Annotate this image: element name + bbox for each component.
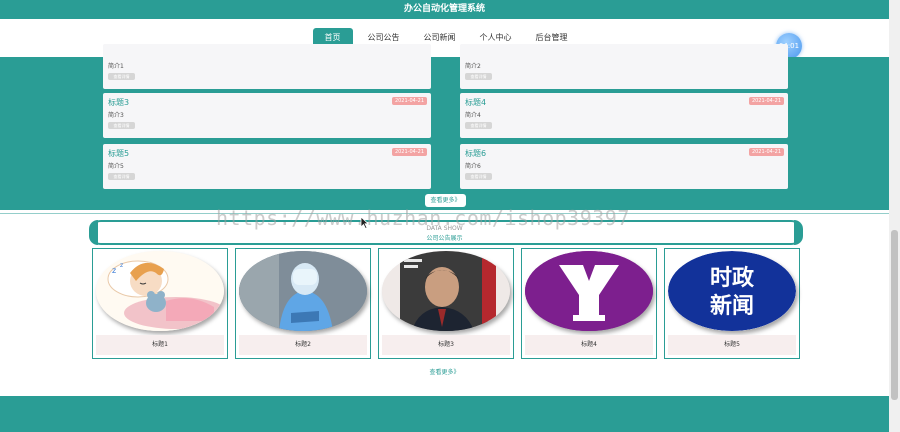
- news-card-date: 2021-04-21: [748, 148, 784, 156]
- news-card[interactable]: 标题6 2021-04-21 简介6 查看详情: [460, 144, 788, 189]
- cartoon-sleeping-girl-image[interactable]: z z: [96, 251, 224, 331]
- news-card-intro: 简介2: [465, 63, 481, 70]
- news-card-title[interactable]: 标题5: [108, 148, 129, 159]
- page-scrollbar[interactable]: [889, 0, 900, 432]
- news-card-detail-button[interactable]: 查看详情: [108, 122, 135, 129]
- news-card-date: 2021-04-21: [748, 97, 784, 105]
- news-card-title[interactable]: 标题6: [465, 148, 486, 159]
- political-news-logo-image[interactable]: 时政 新闻: [668, 251, 796, 331]
- news-card-detail-button[interactable]: 查看详情: [465, 122, 492, 129]
- announcement-tile[interactable]: 标题2: [235, 248, 371, 359]
- news-card-intro: 简介5: [108, 163, 124, 170]
- news-card[interactable]: 标题3 2021-04-21 简介3 查看详情: [103, 93, 431, 138]
- news-card[interactable]: 标题5 2021-04-21 简介5 查看详情: [103, 144, 431, 189]
- news-card-detail-button[interactable]: 查看详情: [108, 173, 135, 180]
- announcement-tile[interactable]: z z 标题1: [92, 248, 228, 359]
- svg-text:z: z: [112, 266, 116, 275]
- svg-text:时政: 时政: [710, 265, 755, 291]
- yahoo-logo-image[interactable]: [525, 251, 653, 331]
- tile-caption[interactable]: 标题4: [525, 335, 653, 355]
- svg-text:z: z: [120, 262, 123, 269]
- announcement-tile[interactable]: 标题4: [521, 248, 657, 359]
- news-section: 简介1 查看详情 简介2 查看详情 标题3 2021-04-21 简介3 查看详…: [0, 44, 889, 210]
- mouse-cursor-icon: [360, 216, 369, 229]
- news-card[interactable]: 简介1 查看详情: [103, 44, 431, 89]
- news-card[interactable]: 标题4 2021-04-21 简介4 查看详情: [460, 93, 788, 138]
- news-card-detail-button[interactable]: 查看详情: [108, 73, 135, 80]
- news-card-intro: 简介6: [465, 163, 481, 170]
- footer: [0, 396, 889, 432]
- tile-caption[interactable]: 标题1: [96, 335, 224, 355]
- svg-text:新闻: 新闻: [710, 293, 754, 319]
- announcement-tile[interactable]: 标题3: [378, 248, 514, 359]
- tile-caption[interactable]: 标题5: [668, 335, 796, 355]
- news-card-intro: 简介4: [465, 112, 481, 119]
- news-card-detail-button[interactable]: 查看详情: [465, 73, 492, 80]
- news-card-intro: 简介1: [108, 63, 124, 70]
- news-card[interactable]: 简介2 查看详情: [460, 44, 788, 89]
- news-card-title[interactable]: 标题3: [108, 97, 129, 108]
- watermark-text: https://www.huzhan.com/ishop39397: [216, 206, 630, 230]
- news-card-detail-button[interactable]: 查看详情: [465, 173, 492, 180]
- magazine-cover-photo[interactable]: [382, 251, 510, 331]
- scrollbar-thumb[interactable]: [891, 230, 898, 400]
- news-card-date: 2021-04-21: [391, 97, 427, 105]
- announcement-more-link[interactable]: 查看更多》: [0, 367, 889, 376]
- medical-worker-photo[interactable]: [239, 251, 367, 331]
- site-title: 办公自动化管理系统: [403, 4, 485, 14]
- tile-caption[interactable]: 标题3: [382, 335, 510, 355]
- tile-caption[interactable]: 标题2: [239, 335, 367, 355]
- news-card-date: 2021-04-21: [391, 148, 427, 156]
- page: 办公自动化管理系统 首页 公司公告 公司新闻 个人中心 后台管理 04:01 简…: [0, 0, 900, 432]
- section-title: 公司公告展示: [426, 235, 463, 242]
- news-card-title[interactable]: 标题4: [465, 97, 486, 108]
- site-title-bar: 办公自动化管理系统: [0, 0, 889, 19]
- announcement-tile[interactable]: 时政 新闻 标题5: [664, 248, 800, 359]
- news-card-intro: 简介3: [108, 112, 124, 119]
